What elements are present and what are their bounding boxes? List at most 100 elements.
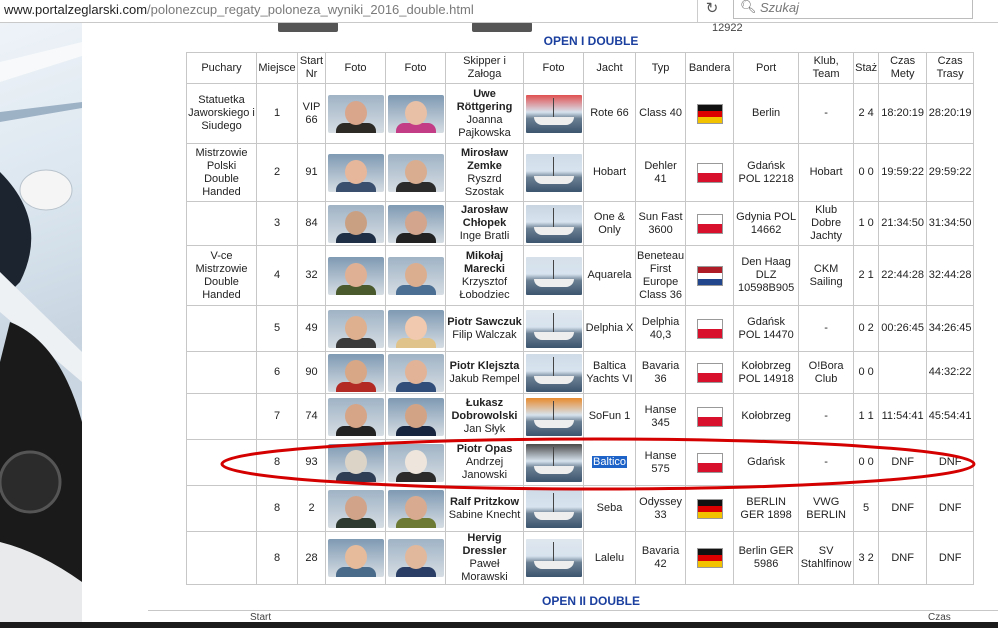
- boat-photo[interactable]: [525, 204, 582, 243]
- pl-flag-icon: [696, 318, 723, 339]
- photo-cell: [385, 439, 446, 486]
- crew-name: Filip Walczak: [452, 328, 517, 341]
- photo-cell: [385, 245, 446, 306]
- boat-photo-cell: [523, 439, 584, 486]
- place-cell: 8: [256, 531, 298, 585]
- club-cell: VWG BERLIN: [798, 485, 855, 532]
- previous-row-fragment: 12922: [186, 22, 996, 34]
- crew-photo[interactable]: [387, 153, 444, 192]
- skipper-name: Ralf Pritzkow: [449, 495, 520, 508]
- finish-time-cell: 11:54:41: [878, 393, 928, 440]
- port-cell: Gdynia POL 14662: [733, 201, 800, 246]
- skipper-cell: Piotr Klejszta Jakub Rempel: [445, 351, 524, 394]
- start-number-cell: 28: [297, 531, 326, 585]
- search-placeholder: Szukaj: [760, 0, 800, 15]
- start-number-cell: 84: [297, 201, 326, 246]
- skipper-name: Piotr Klejszta: [449, 359, 520, 372]
- address-bar[interactable]: www.portalzeglarski.com/polonezcup_regat…: [0, 0, 998, 23]
- crew-photo[interactable]: [387, 539, 444, 577]
- crew-photo[interactable]: [327, 94, 384, 133]
- experience-cell: 0 2: [853, 305, 880, 352]
- boat-photo[interactable]: [525, 309, 582, 348]
- place-cell: 1: [256, 83, 298, 144]
- place-cell: 3: [256, 201, 298, 246]
- photo-fragment: [278, 22, 338, 32]
- start-number-cell: 90: [297, 351, 326, 394]
- column-header: Staż: [853, 52, 880, 84]
- photo-cell: [325, 245, 386, 306]
- cup-cell: [186, 351, 257, 394]
- cup-cell: [186, 201, 257, 246]
- boat-photo[interactable]: [525, 153, 582, 192]
- crew-photo[interactable]: [327, 489, 384, 528]
- crew-photo[interactable]: [327, 204, 384, 243]
- boat-photo[interactable]: [525, 539, 582, 577]
- type-cell: Class 40: [634, 83, 687, 144]
- crew-photo[interactable]: [387, 489, 444, 528]
- column-header: Czas Trasy: [926, 52, 975, 84]
- type-cell: Delphia 40,3: [634, 305, 687, 352]
- crew-photo[interactable]: [387, 256, 444, 295]
- cup-cell: Statuetka Jaworskiego i Siudego: [186, 83, 257, 144]
- course-time-cell: DNF: [926, 439, 975, 486]
- finish-time-cell: 19:59:22: [878, 143, 928, 202]
- crew-photo[interactable]: [387, 204, 444, 243]
- crew-photo[interactable]: [327, 397, 384, 436]
- de-flag-icon: [696, 103, 723, 124]
- crew-photo[interactable]: [327, 153, 384, 192]
- experience-cell: 0 0: [853, 143, 880, 202]
- url-text[interactable]: www.portalzeglarski.com/polonezcup_regat…: [4, 2, 474, 17]
- photo-cell: [325, 531, 386, 585]
- crew-photo[interactable]: [387, 353, 444, 392]
- de-flag-icon: [696, 548, 723, 568]
- flag-cell: [685, 245, 735, 306]
- boat-photo[interactable]: [525, 256, 582, 295]
- crew-name: Joanna Pajkowska: [458, 113, 511, 139]
- yacht-name: Delphia X: [585, 322, 634, 334]
- boat-photo[interactable]: [525, 397, 582, 436]
- pl-flag-icon: [696, 362, 723, 383]
- yacht-name: Lalelu: [594, 551, 625, 564]
- crew-photo[interactable]: [387, 397, 444, 436]
- yacht-cell: Rote 66: [583, 83, 636, 144]
- crew-photo[interactable]: [327, 353, 384, 392]
- skipper-cell: Jarosław Chłopek Inge Bratli: [445, 201, 524, 246]
- crew-photo[interactable]: [387, 443, 444, 482]
- experience-cell: 1 0: [853, 201, 880, 246]
- port-cell: Gdańsk: [733, 439, 800, 486]
- section-title-open-i: OPEN I DOUBLE: [543, 34, 639, 48]
- skipper-cell: Mirosław Zemke Ryszrd Szostak: [445, 143, 524, 202]
- boat-photo[interactable]: [525, 353, 582, 392]
- skipper-name: Jarosław Chłopek: [460, 204, 509, 229]
- skipper-cell: Piotr Opas Andrzej Janowski: [445, 439, 524, 486]
- column-header: Miejsce: [256, 52, 298, 84]
- skipper-cell: Uwe Röttgering Joanna Pajkowska: [445, 83, 524, 144]
- boat-photo-cell: [523, 351, 584, 394]
- table-row: 8 28 Hervig Dressler Paweł Morawski Lalelu Ba…: [186, 531, 975, 585]
- pl-flag-icon: [696, 452, 723, 473]
- flag-cell: [685, 351, 735, 394]
- column-header: Jacht: [583, 52, 636, 84]
- boat-photo[interactable]: [525, 443, 582, 482]
- crew-photo[interactable]: [327, 256, 384, 295]
- crew-photo[interactable]: [327, 443, 384, 482]
- search-box[interactable]: 🔍︎ Szukaj: [733, 0, 973, 19]
- yacht-cell: Baltico: [583, 439, 636, 486]
- boat-photo[interactable]: [525, 94, 582, 133]
- cup-cell: [186, 439, 257, 486]
- experience-cell: 1 1: [853, 393, 880, 440]
- course-time-cell: 45:54:41: [926, 393, 975, 440]
- photo-cell: [325, 83, 386, 144]
- club-cell: SV Stahlfinow: [798, 531, 855, 585]
- crew-photo[interactable]: [327, 539, 384, 577]
- crew-photo[interactable]: [327, 309, 384, 348]
- boat-photo[interactable]: [525, 489, 582, 528]
- reload-icon[interactable]: ↻: [697, 0, 726, 22]
- finish-time-cell: 00:26:45: [878, 305, 928, 352]
- crew-photo[interactable]: [387, 94, 444, 133]
- photo-cell: [325, 201, 386, 246]
- yacht-name: Hobart: [592, 166, 627, 178]
- crew-photo[interactable]: [387, 309, 444, 348]
- yacht-name: SoFun 1: [588, 410, 631, 422]
- column-header: Czas Mety: [878, 52, 928, 84]
